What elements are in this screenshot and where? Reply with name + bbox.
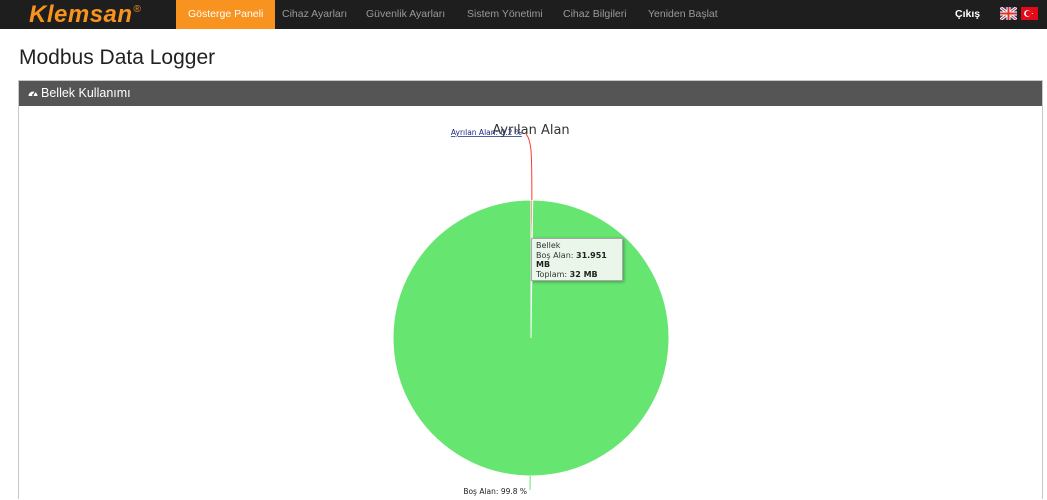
dashboard-icon <box>28 88 38 97</box>
brand-name: Klemsan <box>29 1 133 28</box>
tooltip-series: Bellek <box>536 241 618 251</box>
tooltip-line-free: Boş Alan: 31.951 MB <box>536 251 618 270</box>
panel-title: Bellek Kullanımı <box>41 86 131 100</box>
memory-pie-chart: Ayrılan Alan Ayrılan Alan: 0.2 %Boş Alan… <box>19 106 1042 500</box>
brand-registered-mark: ® <box>134 4 142 15</box>
logout-link[interactable]: Çıkış <box>955 0 980 29</box>
panel-header: Bellek Kullanımı <box>19 81 1042 106</box>
nav-item-cihaz-bilgileri[interactable]: Cihaz Bilgileri <box>551 0 639 29</box>
nav-item-guvenlik-ayarlari[interactable]: Güvenlik Ayarları <box>354 0 457 29</box>
memory-usage-panel: Bellek Kullanımı Ayrılan Alan Ayrılan Al… <box>18 80 1043 499</box>
tooltip-line-total: Toplam: 32 MB <box>536 270 618 280</box>
uk-flag-icon[interactable] <box>1000 7 1017 20</box>
top-navbar: Klemsan® Gösterge Paneli Cihaz Ayarları … <box>0 0 1047 29</box>
nav-item-yeniden-baslat[interactable]: Yeniden Başlat <box>636 0 730 29</box>
nav-item-gosterge-paneli[interactable]: Gösterge Paneli <box>176 0 275 29</box>
brand-logo[interactable]: Klemsan® <box>29 1 140 29</box>
chart-tooltip: Bellek Boş Alan: 31.951 MB Toplam: 32 MB <box>531 238 623 281</box>
tooltip-free-label: Boş Alan: <box>536 251 576 260</box>
nav-item-sistem-yonetimi[interactable]: Sistem Yönetimi <box>455 0 555 29</box>
page-title: Modbus Data Logger <box>19 46 215 70</box>
pie-label-ayrilan-alan: Ayrılan Alan: 0.2 % <box>451 128 522 137</box>
tooltip-total-value: 32 MB <box>570 270 598 279</box>
nav-item-cihaz-ayarlari[interactable]: Cihaz Ayarları <box>270 0 359 29</box>
tooltip-total-label: Toplam: <box>536 270 570 279</box>
pie-label-bos-alan: Boş Alan: 99.8 % <box>463 487 527 496</box>
pie-connector-ayrilan-alan <box>526 134 532 200</box>
turkey-flag-icon[interactable] <box>1021 7 1038 20</box>
